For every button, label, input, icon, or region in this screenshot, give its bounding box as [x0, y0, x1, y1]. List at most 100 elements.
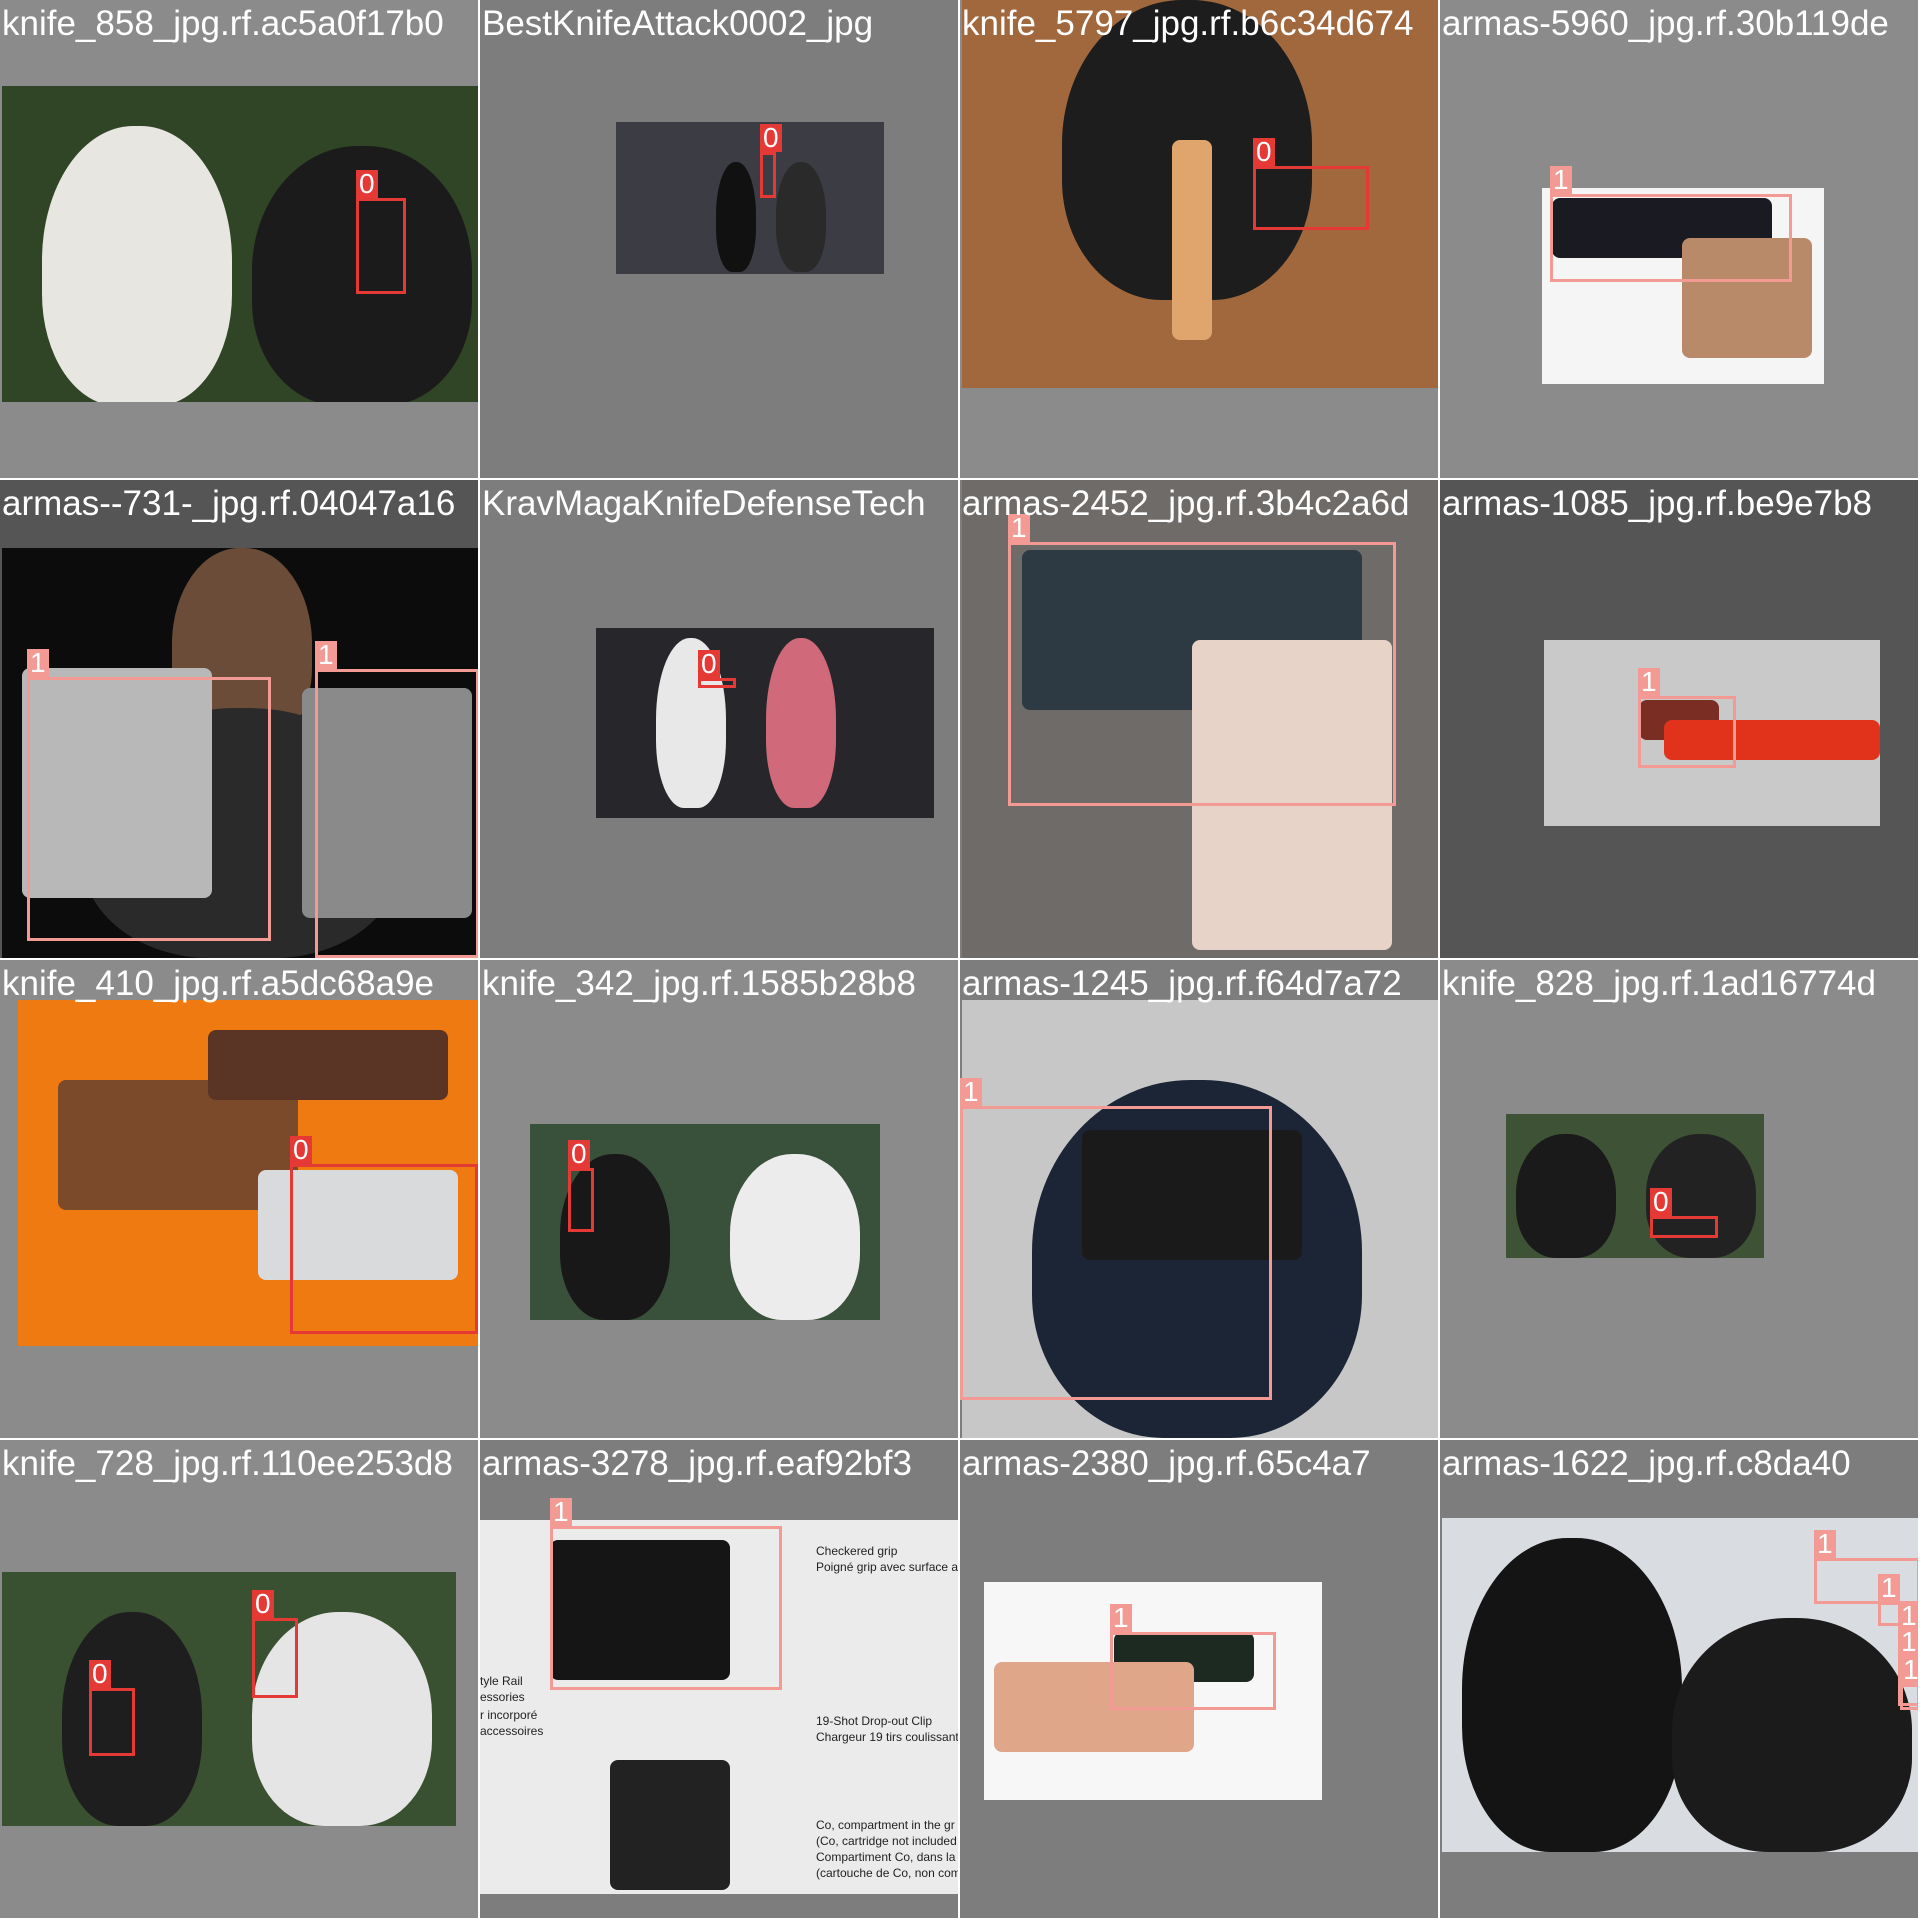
class-label: 0	[356, 170, 378, 198]
photo	[616, 122, 884, 274]
document-text: (cartouche de Co, non compr	[816, 1866, 958, 1880]
image-tile: 1 1 1 1 1 armas-1622_jpg.rf.c8da40	[1440, 1440, 1918, 1918]
image-tile: 1 armas-2452_jpg.rf.3b4c2a6d	[960, 480, 1438, 958]
image-tile: 0 knife_828_jpg.rf.1ad16774d	[1440, 960, 1918, 1438]
filename-label: armas-1085_jpg.rf.be9e7b8	[1442, 484, 1873, 523]
detection-box	[1253, 166, 1369, 230]
detection-box	[1650, 1216, 1718, 1238]
image-tile: 0 knife_410_jpg.rf.a5dc68a9e	[0, 960, 478, 1438]
person-silhouette	[766, 638, 836, 808]
document-text: Poigné grip avec surface anti	[816, 1560, 958, 1574]
filename-label: armas-2380_jpg.rf.65c4a7	[962, 1444, 1371, 1483]
image-tile: 1 1 armas--731-_jpg.rf.04047a16	[0, 480, 478, 958]
detection-box	[568, 1168, 594, 1232]
person-silhouette	[730, 1154, 860, 1320]
filename-label: knife_828_jpg.rf.1ad16774d	[1442, 964, 1876, 1003]
class-label: 1	[1878, 1574, 1900, 1602]
person-silhouette	[1516, 1134, 1616, 1258]
image-tile: 1 armas-1085_jpg.rf.be9e7b8	[1440, 480, 1918, 958]
class-label: 1	[1900, 1656, 1918, 1684]
person-silhouette	[42, 126, 232, 402]
person-silhouette	[776, 162, 826, 272]
filename-label: BestKnifeAttack0002_jpg	[482, 4, 874, 43]
detection-box	[290, 1164, 478, 1334]
photo	[1506, 1114, 1764, 1258]
photo	[2, 86, 478, 402]
filename-label: knife_5797_jpg.rf.b6c34d674	[962, 4, 1414, 43]
detection-box	[550, 1526, 782, 1690]
filename-label: armas-5960_jpg.rf.30b119de	[1442, 4, 1889, 43]
image-tile: 0 knife_342_jpg.rf.1585b28b8	[480, 960, 958, 1438]
filename-label: armas-3278_jpg.rf.eaf92bf3	[482, 1444, 912, 1483]
class-label: 0	[89, 1660, 111, 1688]
image-tile: 0 knife_5797_jpg.rf.b6c34d674	[960, 0, 1438, 478]
class-label: 1	[1898, 1628, 1918, 1656]
image-tile: Checkered grip Poigné grip avec surface a…	[480, 1440, 958, 1918]
filename-label: knife_410_jpg.rf.a5dc68a9e	[2, 964, 435, 1003]
class-label: 1	[1550, 166, 1572, 194]
detection-box	[698, 678, 736, 688]
filename-label: knife_858_jpg.rf.ac5a0f17b0	[2, 4, 444, 43]
detection-box	[1110, 1632, 1276, 1710]
filename-label: armas-2452_jpg.rf.3b4c2a6d	[962, 484, 1410, 523]
filename-label: KravMagaKnifeDefenseTech	[482, 484, 926, 523]
image-tile: 0 knife_858_jpg.rf.ac5a0f17b0	[0, 0, 478, 478]
detection-box	[356, 198, 406, 294]
class-label: 1	[1814, 1530, 1836, 1558]
object-shape	[1172, 140, 1212, 340]
image-grid: 0 knife_858_jpg.rf.ac5a0f17b0 0 BestKnifeAt…	[0, 0, 1920, 1920]
class-label: 0	[290, 1136, 312, 1164]
detection-box	[27, 677, 271, 941]
person-silhouette	[1672, 1618, 1912, 1852]
document-text: (Co, cartridge not included	[816, 1834, 957, 1848]
detection-box	[1814, 1558, 1918, 1604]
image-tile: 1 armas-2380_jpg.rf.65c4a7	[960, 1440, 1438, 1918]
document-text: 19-Shot Drop-out Clip	[816, 1714, 933, 1728]
document-text: r incorporé	[480, 1708, 538, 1722]
person-silhouette	[1462, 1538, 1682, 1852]
filename-label: armas--731-_jpg.rf.04047a16	[2, 484, 456, 523]
class-label: 1	[960, 1078, 982, 1106]
class-label: 0	[1253, 138, 1275, 166]
object-shape	[208, 1030, 448, 1100]
class-label: 0	[760, 124, 782, 152]
class-label: 1	[1110, 1604, 1132, 1632]
filename-label: armas-1622_jpg.rf.c8da40	[1442, 1444, 1851, 1483]
photo	[596, 628, 934, 818]
class-label: 0	[698, 650, 720, 678]
detection-box	[1638, 696, 1736, 768]
class-label: 1	[550, 1498, 572, 1526]
document-text: Chargeur 19 tirs coulissant	[816, 1730, 958, 1744]
detection-box	[252, 1618, 298, 1698]
document-text: tyle Rail	[480, 1674, 523, 1688]
image-tile: 0 0 knife_728_jpg.rf.110ee253d8	[0, 1440, 478, 1918]
document-text: Co, compartment in the gr	[816, 1818, 955, 1832]
detection-box	[1008, 542, 1396, 806]
detection-box	[960, 1106, 1272, 1400]
class-label: 1	[315, 641, 337, 669]
detection-box	[1900, 1684, 1918, 1710]
filename-label: knife_728_jpg.rf.110ee253d8	[2, 1444, 453, 1483]
object-shape	[610, 1760, 730, 1890]
class-label: 1	[27, 649, 49, 677]
photo	[2, 1572, 456, 1826]
document-text: Checkered grip	[816, 1544, 898, 1558]
image-tile: 0 BestKnifeAttack0002_jpg	[480, 0, 958, 478]
class-label: 0	[252, 1590, 274, 1618]
document-text: essories	[480, 1690, 525, 1704]
filename-label: knife_342_jpg.rf.1585b28b8	[482, 964, 916, 1003]
image-tile: 1 armas-5960_jpg.rf.30b119de	[1440, 0, 1918, 478]
image-tile: 0 KravMagaKnifeDefenseTech	[480, 480, 958, 958]
image-tile: 1 armas-1245_jpg.rf.f64d7a72	[960, 960, 1438, 1438]
document-text: accessoires	[480, 1724, 544, 1738]
person-silhouette	[716, 162, 756, 272]
class-label: 1	[1638, 668, 1660, 696]
class-label: 0	[1650, 1188, 1672, 1216]
filename-label: armas-1245_jpg.rf.f64d7a72	[962, 964, 1402, 1003]
detection-box	[1550, 194, 1792, 282]
detection-box	[315, 669, 478, 958]
detection-box	[89, 1688, 135, 1756]
class-label: 0	[568, 1140, 590, 1168]
detection-box	[760, 152, 776, 198]
document-text: Compartiment Co, dans la ch	[816, 1850, 958, 1864]
